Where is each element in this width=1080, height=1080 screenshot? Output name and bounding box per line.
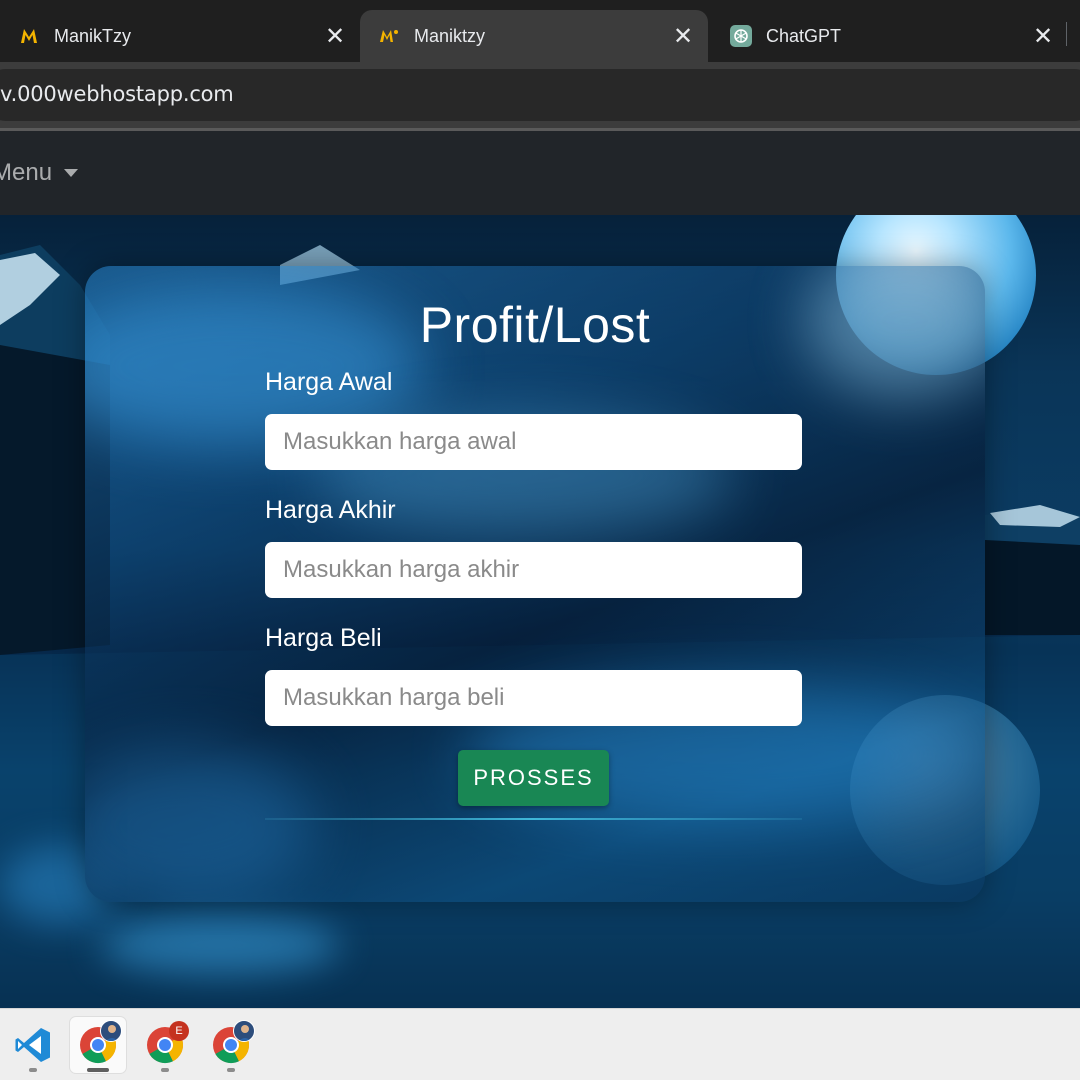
manik-logo-icon bbox=[378, 25, 400, 47]
harga-beli-input[interactable] bbox=[265, 670, 802, 726]
tab-title: ChatGPT bbox=[766, 25, 842, 46]
taskbar-chrome-2[interactable]: E bbox=[137, 1017, 193, 1073]
menu-label: Menu bbox=[0, 159, 53, 186]
divider-line bbox=[265, 818, 802, 820]
harga-beli-label: Harga Beli bbox=[265, 624, 382, 652]
taskbar-chrome-3[interactable] bbox=[203, 1017, 259, 1073]
taskbar-indicator bbox=[29, 1068, 37, 1072]
avatar bbox=[100, 1020, 122, 1042]
tab-chatgpt[interactable]: ChatGPT ✕ bbox=[730, 10, 1056, 62]
prosses-button[interactable]: PROSSES bbox=[458, 750, 609, 806]
close-icon[interactable]: ✕ bbox=[670, 23, 696, 50]
card-highlight bbox=[85, 746, 315, 902]
taskbar: E bbox=[0, 1008, 1080, 1080]
taskbar-chrome-1[interactable] bbox=[70, 1017, 126, 1073]
url-text[interactable]: v.000webhostapp.com bbox=[0, 82, 234, 106]
site-navbar: Menu bbox=[0, 131, 1080, 215]
light-reflection bbox=[100, 915, 340, 975]
taskbar-indicator bbox=[227, 1068, 235, 1072]
harga-akhir-input[interactable] bbox=[265, 542, 802, 598]
caret-down-icon bbox=[64, 169, 79, 177]
browser-tab-strip: ManikTzy ✕ Maniktzy ✕ ChatGPT ✕ bbox=[0, 0, 1080, 62]
profit-lost-card: Profit/Lost Harga Awal Harga Akhir Harga… bbox=[85, 266, 985, 902]
profile-badge: E bbox=[169, 1021, 189, 1041]
harga-awal-label: Harga Awal bbox=[265, 368, 393, 396]
taskbar-vscode[interactable] bbox=[5, 1017, 61, 1073]
close-icon[interactable]: ✕ bbox=[322, 23, 348, 50]
close-icon[interactable]: ✕ bbox=[1030, 23, 1056, 50]
taskbar-indicator bbox=[161, 1068, 169, 1072]
tab-maniktzy-2[interactable]: Maniktzy ✕ bbox=[360, 10, 708, 62]
avatar bbox=[233, 1020, 255, 1042]
tab-title: Maniktzy bbox=[414, 25, 486, 46]
tab-separator bbox=[1066, 22, 1067, 46]
vscode-icon bbox=[15, 1028, 50, 1062]
menu-dropdown[interactable]: Menu bbox=[0, 159, 79, 187]
harga-akhir-label: Harga Akhir bbox=[265, 496, 396, 524]
page-title: Profit/Lost bbox=[419, 297, 651, 353]
taskbar-indicator bbox=[87, 1068, 109, 1072]
chatgpt-icon bbox=[730, 25, 752, 47]
manik-logo-icon bbox=[18, 25, 40, 47]
tab-maniktzy-1[interactable]: ManikTzy ✕ bbox=[18, 10, 348, 62]
tab-title: ManikTzy bbox=[54, 25, 132, 46]
harga-awal-input[interactable] bbox=[265, 414, 802, 470]
